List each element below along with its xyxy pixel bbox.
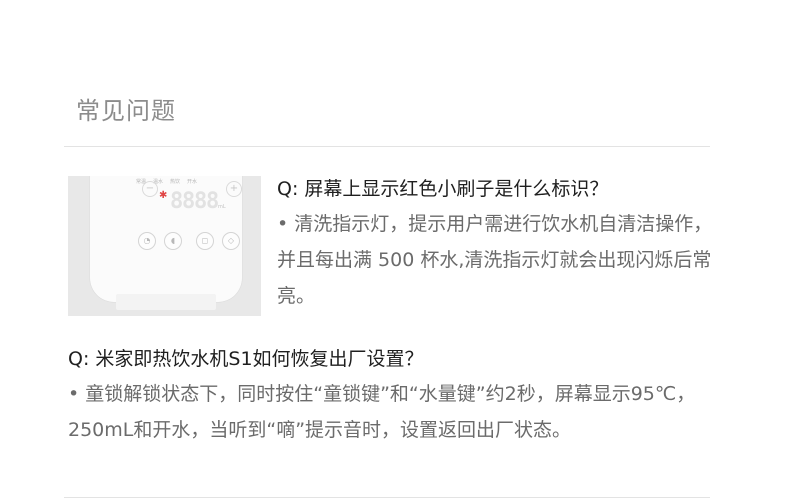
display-digit-3: 8: [194, 189, 207, 214]
device-body: 常温 温水 热饮 开水 − + ✱ 8 8 8 8 mL ◔ ◖ ◻ ◇: [90, 176, 242, 302]
child-lock-icon: ◔: [138, 232, 156, 250]
faq-question-2: Q: 米家即热饮水机S1如何恢复出厂设置？: [68, 348, 424, 370]
faq-section-title: 常见问题: [76, 97, 176, 125]
mode-label-3: 热饮: [170, 179, 181, 185]
plus-icon: +: [226, 181, 242, 197]
top-divider: [64, 146, 710, 147]
temperature-icon: ◖: [164, 232, 182, 250]
mode-label-4: 开水: [187, 179, 198, 185]
display-digit-1: 8: [170, 189, 183, 214]
cup-icon: ◻: [196, 232, 214, 250]
faq-answer-1: • 清洗指示灯，提示用户需进行饮水机自清洁操作，并且每出满 500 杯水,清洗指…: [277, 213, 713, 307]
bottom-divider: [64, 497, 710, 498]
faq-answer-2: • 童锁解锁状态下，同时按住“童锁键”和“水量键”约2秒，屏幕显示95℃，250…: [68, 383, 696, 441]
product-image: 常温 温水 热饮 开水 − + ✱ 8 8 8 8 mL ◔ ◖ ◻ ◇: [68, 176, 261, 316]
minus-icon: −: [142, 181, 158, 197]
display-digit-4: 8: [206, 189, 219, 214]
brush-icon: ✱: [159, 190, 168, 201]
water-drop-icon: ◇: [222, 232, 240, 250]
unit-label: mL: [218, 204, 226, 210]
device-base: [116, 294, 216, 310]
faq-question-1: Q: 屏幕上显示红色小刷子是什么标识？: [277, 178, 609, 200]
display-digit-2: 8: [182, 189, 195, 214]
